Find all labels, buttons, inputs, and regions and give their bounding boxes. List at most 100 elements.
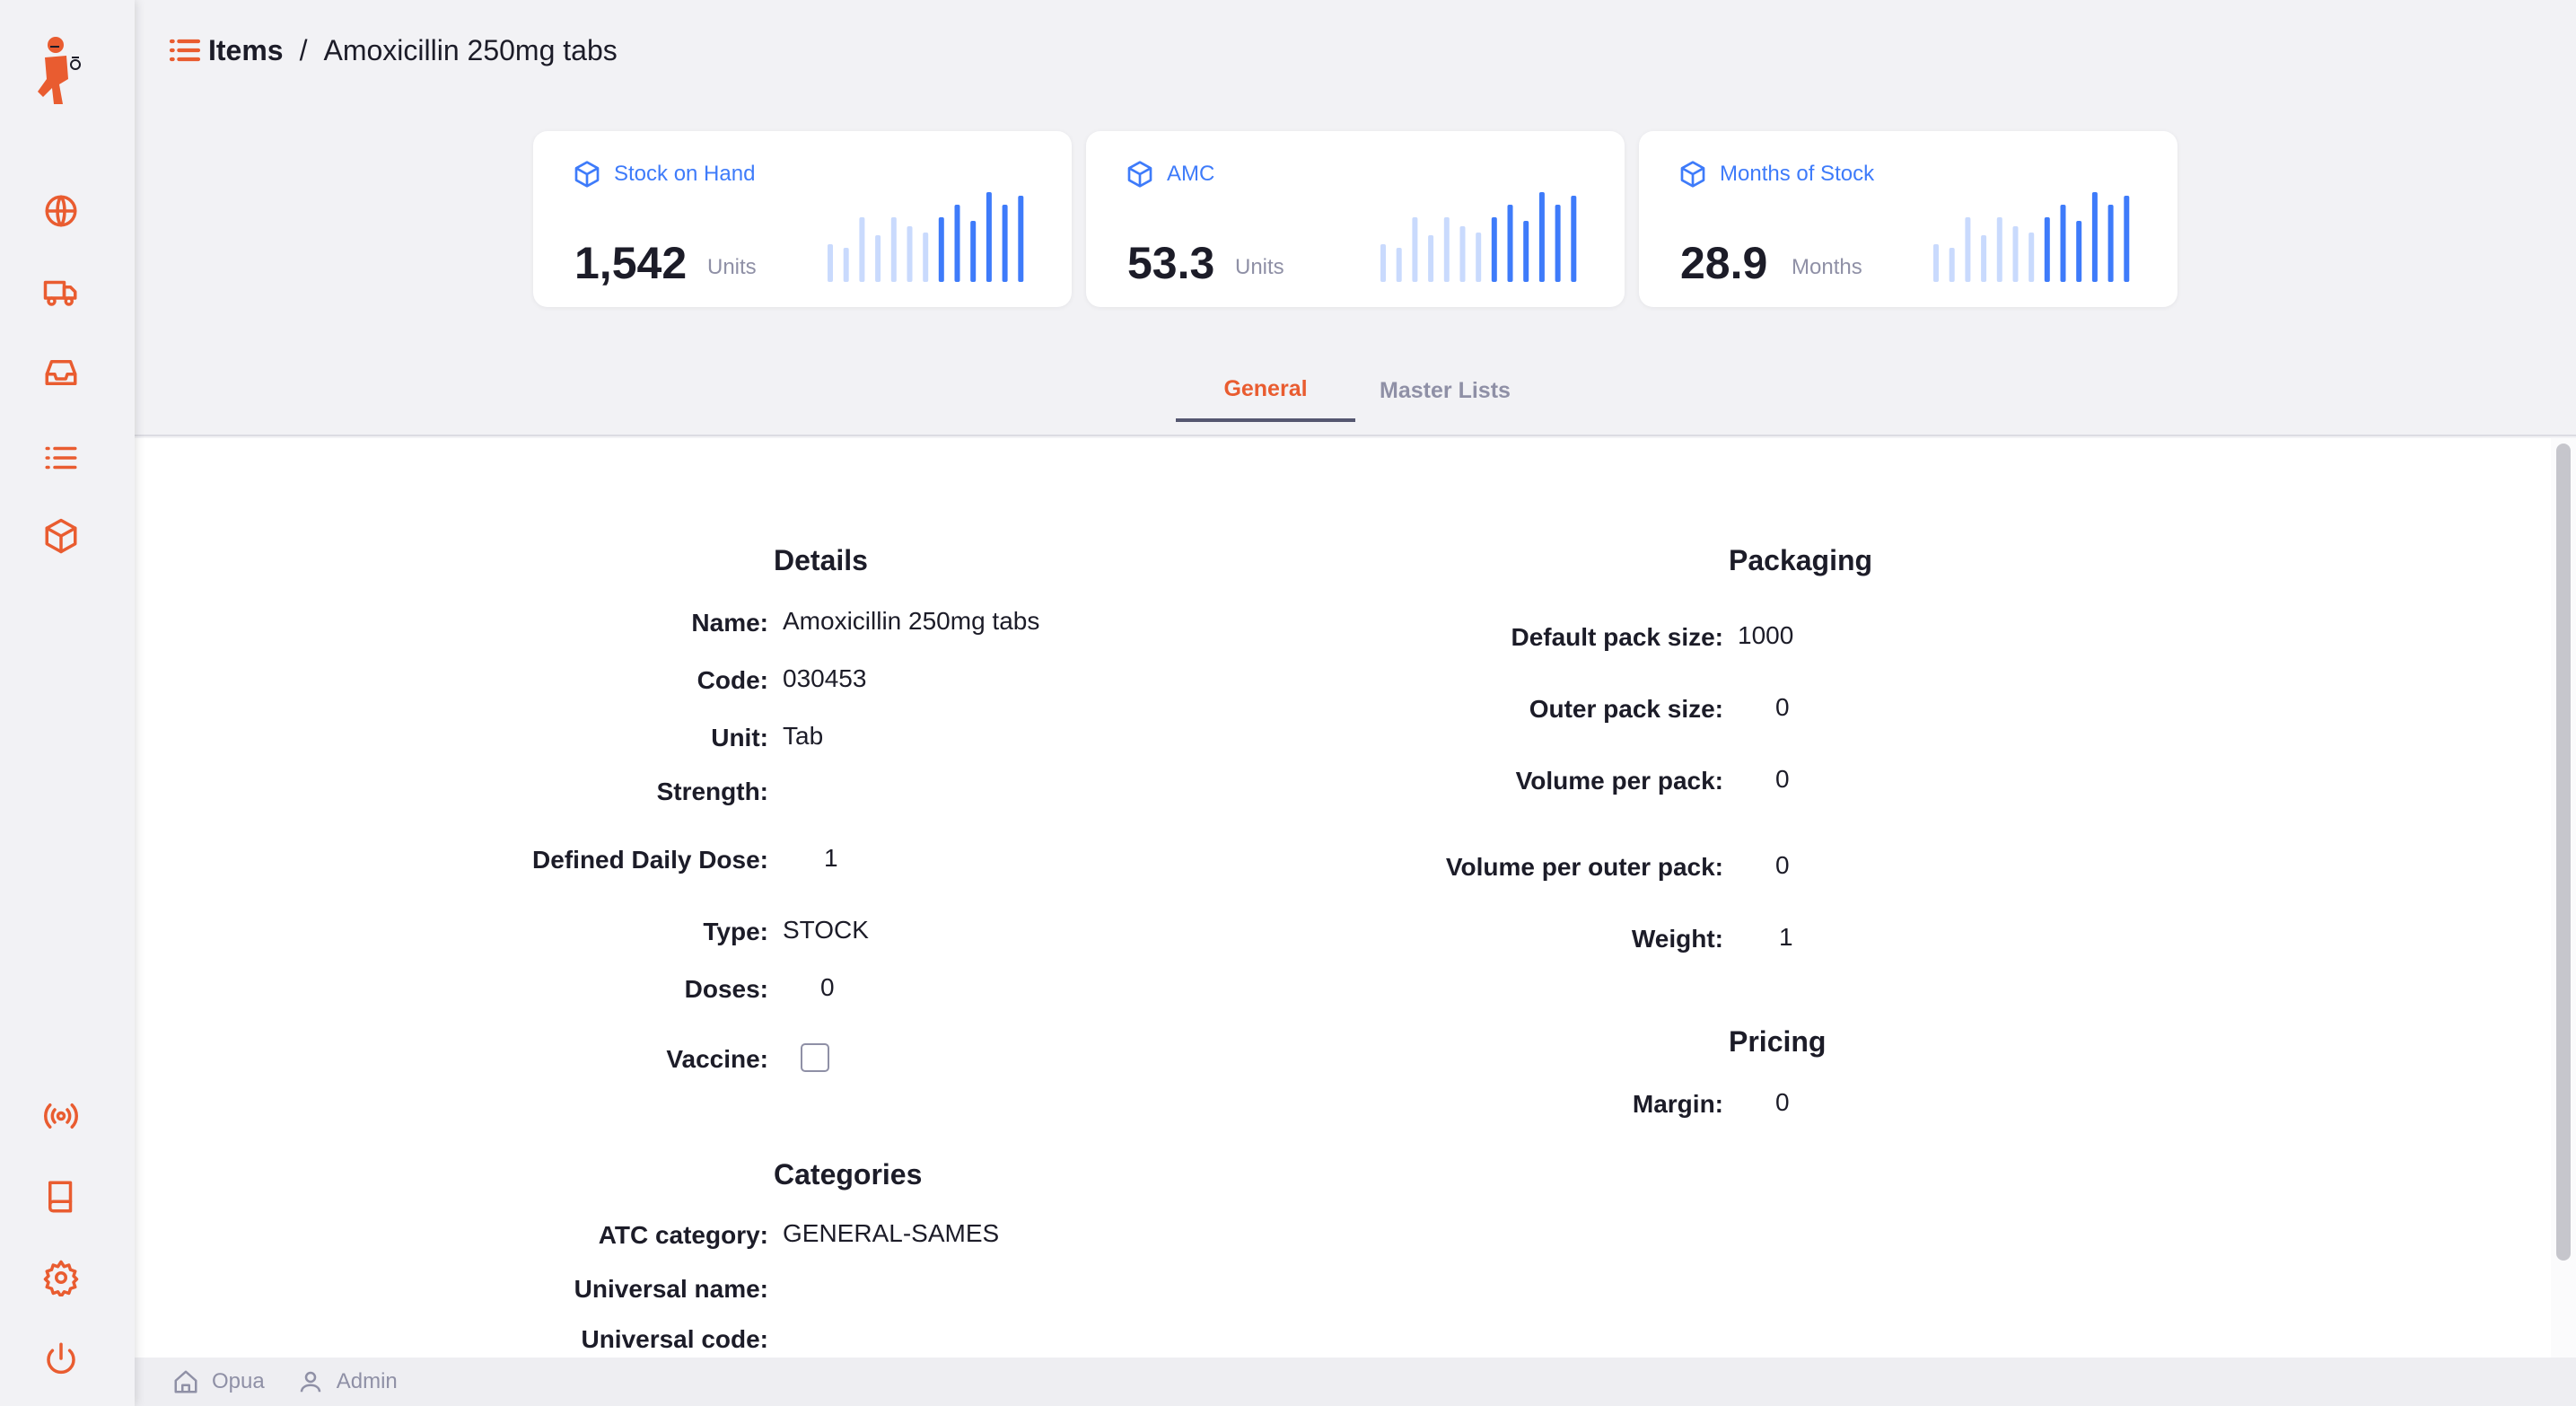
sparkline-bar [2091, 192, 2098, 282]
sparkline-bar [890, 217, 897, 282]
vaccine-label: Vaccine: [666, 1045, 768, 1073]
packaging-heading: Packaging [1729, 544, 1873, 576]
weight-value: 1 [1779, 923, 1793, 951]
vaccine-checkbox[interactable] [801, 1043, 829, 1072]
package-icon [1127, 161, 1152, 188]
sparkline-bar [1443, 217, 1450, 282]
power-icon[interactable] [39, 1336, 83, 1381]
sparkline-bar [2012, 226, 2019, 282]
stat-value: 53.3 [1127, 238, 1215, 288]
atc-category-label: ATC category: [598, 1221, 768, 1249]
doses-label: Doses: [684, 975, 768, 1003]
name-value: Amoxicillin 250mg tabs [783, 607, 1040, 635]
sparkline-bar [1523, 221, 1529, 282]
sparkline-bar [986, 192, 992, 282]
sparkline-bar [1002, 205, 1008, 282]
stat-title-text: Stock on Hand [614, 162, 756, 186]
sparkline-bar [2107, 205, 2114, 282]
sparkline-bar [1538, 192, 1545, 282]
sparkline-bar [828, 244, 833, 282]
sparkline-bar [1491, 217, 1497, 282]
stat-title: Months of Stock [1678, 160, 1874, 189]
sparkline-bar [1933, 244, 1939, 282]
scrollbar-thumb[interactable] [2556, 444, 2571, 1261]
strength-label: Strength: [656, 778, 768, 805]
sparkline-bar [1380, 244, 1386, 282]
sparkline-bar [1996, 217, 2002, 282]
doses-value: 0 [820, 973, 835, 1001]
volume-per-outer-pack-label: Volume per outer pack: [1445, 853, 1723, 881]
user-icon [300, 1371, 320, 1393]
name-label: Name: [691, 609, 768, 637]
breadcrumb-separator: / [299, 33, 308, 66]
code-label: Code: [697, 666, 768, 694]
stat-value: 28.9 [1680, 238, 1768, 288]
sparkline-bar [2076, 221, 2082, 282]
sparkline-bar [1555, 205, 1561, 282]
tab-general[interactable]: General [1176, 359, 1355, 422]
list-icon [169, 39, 201, 62]
stat-value: 1,542 [574, 238, 688, 288]
volume-per-pack-value: 0 [1775, 765, 1790, 793]
sparkline-chart [1933, 192, 2130, 282]
stat-unit: Units [707, 255, 757, 279]
default-pack-size-value: 1000 [1738, 621, 1794, 649]
gear-icon[interactable] [39, 1255, 83, 1300]
volume-per-outer-pack-value: 0 [1775, 851, 1790, 879]
tab-bar: General Master Lists [1176, 359, 1535, 422]
package-icon [574, 161, 600, 188]
sparkline-bar [859, 217, 865, 282]
code-value: 030453 [783, 664, 867, 692]
list-icon[interactable] [39, 435, 83, 480]
stat-card-stock-on-hand: Stock on Hand 1,542 Units [533, 131, 1072, 307]
ddd-label: Defined Daily Dose: [532, 846, 768, 874]
sparkline-bar [1459, 226, 1466, 282]
sparkline-bar [907, 226, 913, 282]
sparkline-bar [843, 248, 849, 282]
default-pack-size-label: Default pack size: [1511, 623, 1723, 651]
universal-code-label: Universal code: [581, 1325, 768, 1353]
stat-title-text: AMC [1167, 162, 1215, 186]
stat-card-months-of-stock: Months of Stock 28.9 Months [1639, 131, 2177, 307]
tab-master-lists[interactable]: Master Lists [1355, 359, 1535, 422]
stat-title-text: Months of Stock [1720, 162, 1875, 186]
stat-unit: Months [1792, 255, 1862, 279]
inbox-icon[interactable] [39, 350, 83, 395]
sparkline-bar [923, 233, 929, 282]
sparkline-bar [1412, 217, 1418, 282]
margin-value: 0 [1775, 1088, 1790, 1116]
unit-value: Tab [783, 722, 824, 750]
sparkline-bar [970, 221, 977, 282]
details-heading: Details [774, 544, 868, 576]
sidebar [0, 0, 135, 1406]
sparkline-bar [938, 217, 944, 282]
user-indicator[interactable]: Admin [297, 1368, 398, 1395]
sparkline-bar [1949, 248, 1955, 282]
store-name: Opua [212, 1369, 265, 1393]
sparkline-bar [1507, 205, 1513, 282]
sparkline-chart [1380, 192, 1577, 282]
store-indicator[interactable]: Opua [172, 1368, 265, 1395]
stat-title: Stock on Hand [573, 160, 755, 189]
book-icon[interactable] [39, 1174, 83, 1219]
sparkline-bar [1018, 196, 1024, 282]
broadcast-icon[interactable] [39, 1094, 83, 1138]
breadcrumb-current: Amoxicillin 250mg tabs [323, 33, 618, 66]
outer-pack-size-label: Outer pack size: [1529, 695, 1723, 723]
unit-label: Unit: [711, 724, 768, 751]
sparkline-bar [1428, 235, 1434, 282]
stat-unit: Units [1235, 255, 1284, 279]
breadcrumb: Items / Amoxicillin 250mg tabs [167, 29, 618, 72]
type-label: Type: [703, 918, 768, 945]
sparkline-chart [828, 192, 1024, 282]
home-icon [174, 1370, 197, 1393]
breadcrumb-items-link[interactable]: Items [208, 34, 284, 67]
margin-label: Margin: [1632, 1090, 1723, 1118]
app-logo[interactable] [32, 34, 90, 110]
sparkline-bar [1571, 196, 1577, 282]
status-bar: Opua Admin [135, 1358, 2576, 1406]
outer-pack-size-value: 0 [1775, 693, 1790, 721]
globe-icon[interactable] [39, 189, 83, 233]
package-icon[interactable] [39, 514, 83, 558]
truck-icon[interactable] [39, 269, 83, 314]
